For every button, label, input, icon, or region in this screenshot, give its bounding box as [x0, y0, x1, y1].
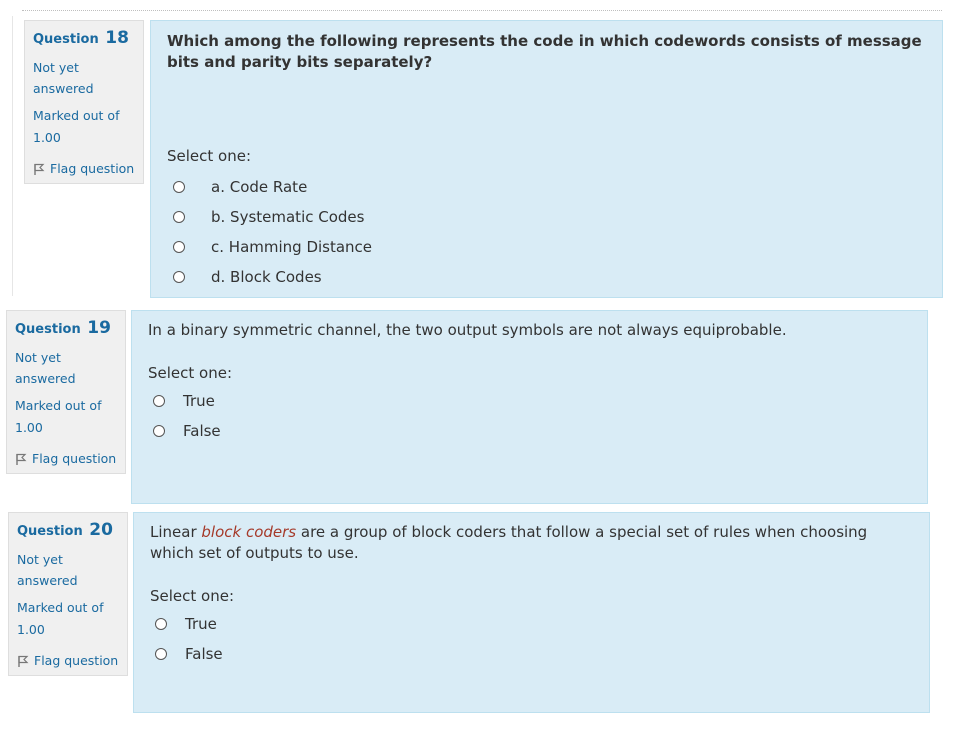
question-19-grade: Marked out of 1.00 — [15, 398, 102, 435]
question-18-option-a[interactable]: a. Code Rate — [167, 172, 926, 202]
question-18-content: Which among the following represents the… — [150, 20, 943, 298]
question-18-option-d[interactable]: d. Block Codes — [167, 262, 926, 292]
question-19-content: In a binary symmetric channel, the two o… — [131, 310, 928, 504]
question-19-info: Question 19 Not yet answered Marked out … — [6, 310, 126, 474]
question-number: 18 — [105, 28, 129, 48]
question-19-text: In a binary symmetric channel, the two o… — [148, 321, 787, 339]
option-label: False — [185, 645, 223, 663]
question-20-number: Question 20 — [17, 519, 119, 543]
radio-button-icon[interactable] — [153, 395, 165, 407]
question-19-prompt: Select one: — [148, 364, 233, 382]
question-label: Question — [15, 322, 81, 337]
question-20-info: Question 20 Not yet answered Marked out … — [8, 512, 128, 676]
question-19-option-true[interactable]: True — [148, 386, 911, 416]
radio-button-icon[interactable] — [155, 618, 167, 630]
flag-icon — [16, 453, 27, 465]
question-20-text: Linear block coders are a group of block… — [150, 522, 913, 564]
question-20-content: Linear block coders are a group of block… — [133, 512, 930, 713]
radio-button-icon[interactable] — [173, 271, 185, 283]
option-label: True — [183, 392, 215, 410]
question-19-flag-button[interactable]: Flag question — [15, 449, 117, 469]
question-18-grade: Marked out of 1.00 — [33, 108, 120, 145]
question-label: Question — [33, 32, 99, 47]
question-18-option-c[interactable]: c. Hamming Distance — [167, 232, 926, 262]
question-18-left-rule — [12, 16, 13, 296]
flag-label: Flag question — [34, 653, 119, 668]
flag-icon — [18, 655, 29, 667]
radio-button-icon[interactable] — [155, 648, 167, 660]
radio-button-icon[interactable] — [173, 211, 185, 223]
option-label: False — [183, 422, 221, 440]
flag-icon — [34, 163, 45, 175]
question-18-info: Question 18 Not yet answered Marked out … — [24, 20, 144, 184]
question-19-option-false[interactable]: False — [148, 416, 911, 446]
radio-button-icon[interactable] — [173, 241, 185, 253]
question-20-grade: Marked out of 1.00 — [17, 600, 104, 637]
question-number: 19 — [87, 318, 111, 338]
option-label: d. Block Codes — [211, 268, 322, 286]
question-18-number: Question 18 — [33, 27, 135, 51]
flag-label: Flag question — [50, 161, 135, 176]
question-20-option-false[interactable]: False — [150, 639, 913, 669]
question-18-text: Which among the following represents the… — [167, 32, 922, 71]
question-18-state: Not yet answered — [33, 60, 94, 96]
question-20-prompt: Select one: — [150, 587, 235, 605]
page-separator — [22, 10, 942, 11]
question-number: 20 — [89, 520, 113, 540]
option-label: c. Hamming Distance — [211, 238, 373, 256]
question-18-option-b[interactable]: b. Systematic Codes — [167, 202, 926, 232]
option-label: b. Systematic Codes — [211, 208, 365, 226]
question-19-state: Not yet answered — [15, 350, 76, 386]
flag-label: Flag question — [32, 451, 117, 466]
question-20-option-true[interactable]: True — [150, 609, 913, 639]
option-label: a. Code Rate — [211, 178, 308, 196]
question-19-number: Question 19 — [15, 317, 117, 341]
radio-button-icon[interactable] — [153, 425, 165, 437]
question-18-prompt: Select one: — [167, 147, 252, 165]
question-18-flag-button[interactable]: Flag question — [33, 159, 135, 179]
question-20-flag-button[interactable]: Flag question — [17, 651, 119, 671]
question-20-state: Not yet answered — [17, 552, 78, 588]
question-20-text-highlight: block coders — [201, 523, 297, 541]
question-label: Question — [17, 524, 83, 539]
radio-button-icon[interactable] — [173, 181, 185, 193]
question-20-text-start: Linear — [150, 523, 202, 541]
option-label: True — [185, 615, 217, 633]
